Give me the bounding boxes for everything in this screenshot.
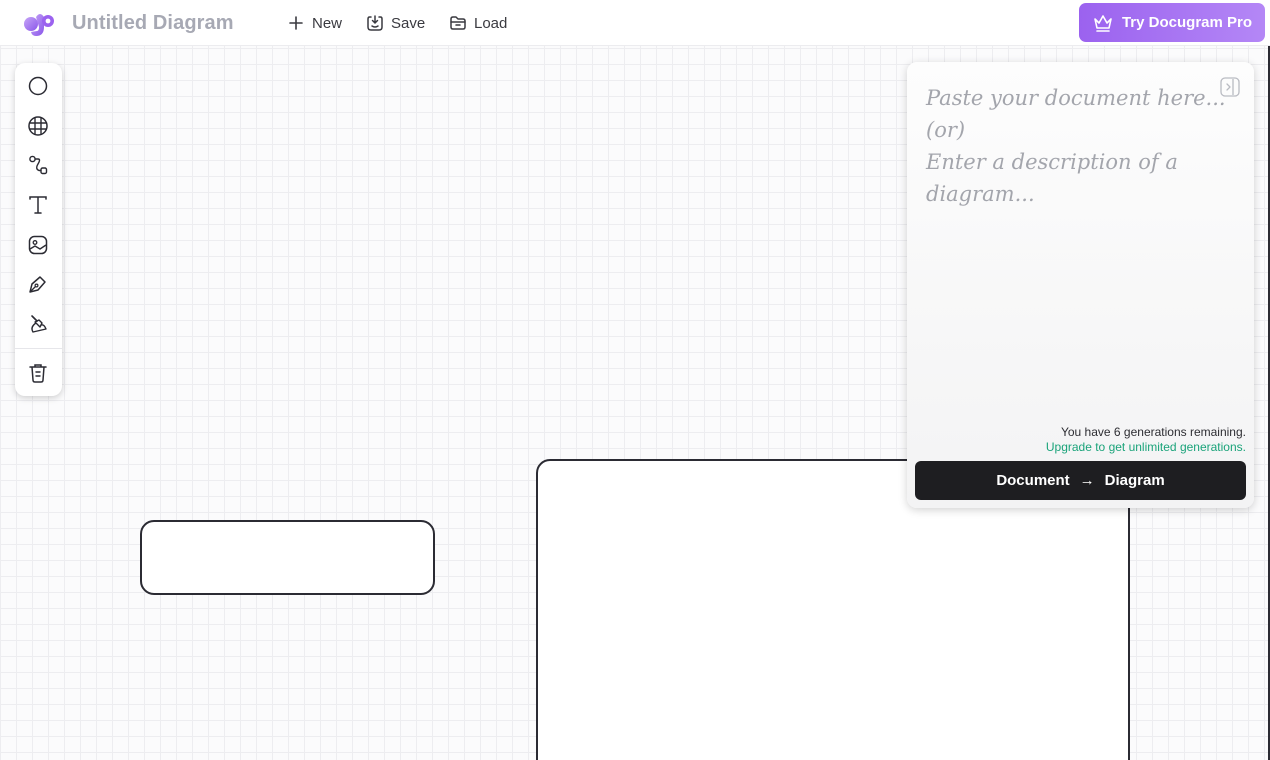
plus-icon bbox=[289, 16, 303, 30]
placeholder-line-2: (or) bbox=[926, 118, 966, 142]
save-button[interactable]: Save bbox=[366, 12, 425, 34]
brush-icon bbox=[31, 315, 47, 333]
circle-shape-icon bbox=[28, 76, 48, 96]
top-bar: Untitled Diagram New Save Load Try Docug… bbox=[0, 0, 1270, 46]
save-label: Save bbox=[391, 14, 426, 32]
delete-tool[interactable] bbox=[26, 361, 50, 385]
pen-icon bbox=[29, 276, 46, 293]
new-label: New bbox=[312, 14, 343, 32]
load-button[interactable]: Load bbox=[449, 12, 507, 34]
rounded-rectangle-shape[interactable] bbox=[140, 520, 435, 595]
crown-icon bbox=[1094, 14, 1112, 32]
pen-tool[interactable] bbox=[26, 272, 50, 296]
save-icon bbox=[367, 15, 383, 31]
text-tool[interactable] bbox=[26, 193, 50, 217]
folder-icon bbox=[450, 16, 466, 30]
try-pro-button[interactable]: Try Docugram Pro bbox=[1079, 3, 1265, 42]
image-icon bbox=[28, 235, 48, 255]
tool-palette bbox=[15, 63, 62, 396]
text-icon bbox=[29, 196, 47, 214]
collapse-panel-icon[interactable] bbox=[1219, 76, 1241, 98]
placeholder-line-3: Enter a description of a diagram... bbox=[926, 150, 1178, 206]
toolbar-divider bbox=[15, 348, 62, 349]
placeholder-line-1: Paste your document here... bbox=[926, 86, 1226, 110]
document-to-diagram-button[interactable]: Document → Diagram bbox=[915, 461, 1246, 500]
generations-remaining-text: You have 6 generations remaining. bbox=[1060, 425, 1246, 439]
upgrade-link[interactable]: Upgrade to get unlimited generations. bbox=[1046, 440, 1246, 454]
document-input[interactable]: Paste your document here... (or) Enter a… bbox=[926, 82, 1226, 210]
document-to-diagram-panel: Paste your document here... (or) Enter a… bbox=[907, 62, 1254, 508]
document-title[interactable]: Untitled Diagram bbox=[72, 12, 234, 35]
connector-icon bbox=[29, 155, 48, 175]
image-tool[interactable] bbox=[26, 233, 50, 257]
load-label: Load bbox=[474, 14, 508, 32]
button-to-label: Diagram bbox=[1104, 472, 1165, 489]
brush-tool[interactable] bbox=[26, 312, 50, 336]
connector-tool[interactable] bbox=[26, 153, 50, 177]
docugram-logo-icon[interactable] bbox=[22, 9, 56, 39]
grid-tool[interactable] bbox=[26, 114, 50, 138]
try-pro-label: Try Docugram Pro bbox=[1121, 14, 1253, 31]
grid-globe-icon bbox=[28, 116, 48, 136]
trash-icon bbox=[29, 364, 47, 383]
button-from-label: Document bbox=[996, 472, 1070, 489]
circle-tool[interactable] bbox=[26, 74, 50, 98]
arrow-right-icon: → bbox=[1079, 472, 1095, 489]
new-button[interactable]: New bbox=[287, 12, 342, 34]
